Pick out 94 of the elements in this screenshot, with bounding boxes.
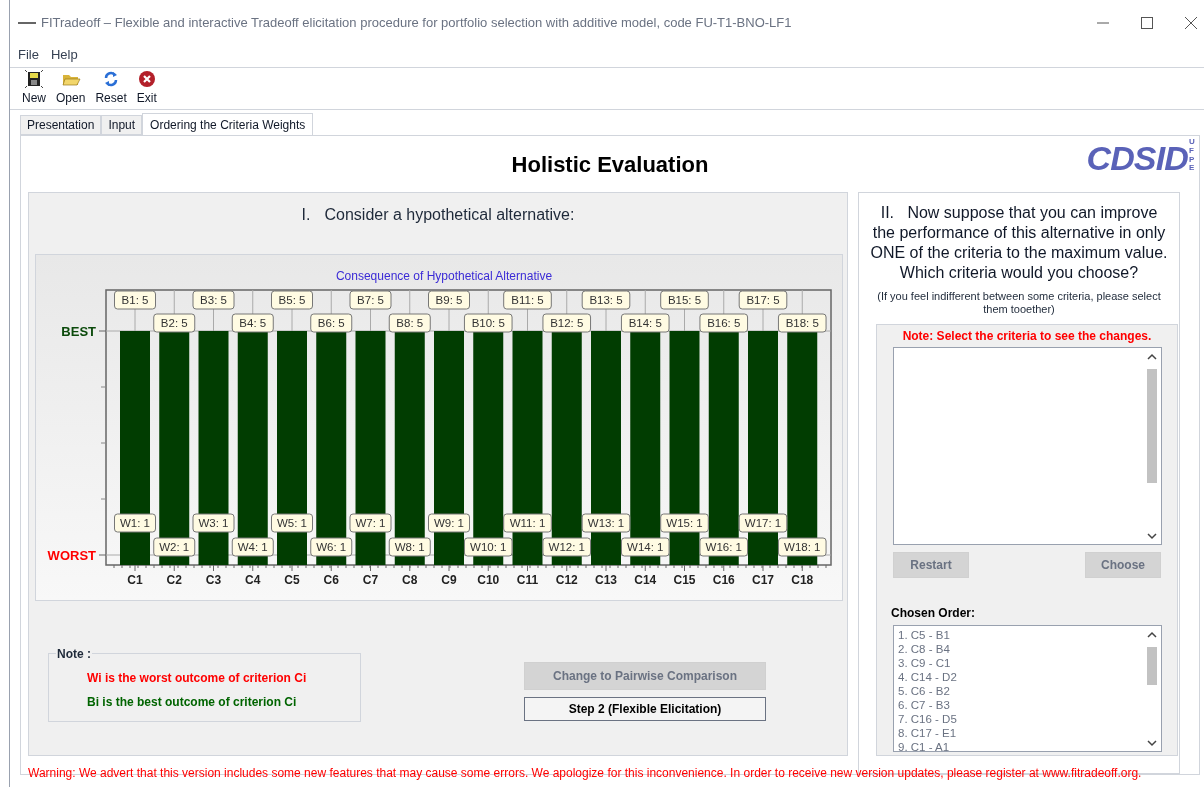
- close-icon[interactable]: [1184, 16, 1198, 30]
- category-label: C14: [634, 573, 657, 587]
- axis-label: WORST: [47, 548, 96, 563]
- tab[interactable]: Input: [101, 115, 143, 135]
- category-label: C1: [127, 573, 143, 587]
- category-label: C7: [362, 573, 379, 587]
- category-label: C15: [673, 573, 696, 587]
- category-label: C3: [205, 573, 222, 587]
- category-label: C16: [712, 573, 735, 587]
- app-icon: [18, 21, 36, 25]
- category-label: C4: [245, 573, 261, 587]
- data-label: W11: 1: [503, 513, 552, 533]
- data-label: B3: 5: [192, 290, 235, 310]
- floppy-disk-icon: [24, 69, 44, 89]
- data-label: B4: 5: [231, 313, 274, 333]
- category-label: C18: [791, 573, 814, 587]
- data-label: B8: 5: [388, 313, 431, 333]
- axis-label: BEST: [61, 324, 96, 339]
- data-label: B11: 5: [503, 290, 552, 310]
- note-line: Wi is the worst outcome of criterion Ci: [87, 670, 307, 687]
- list-item[interactable]: 7. C16 - D5: [898, 712, 957, 726]
- note-line: Bi is the best outcome of criterion Ci: [87, 694, 298, 711]
- data-label: B7: 5: [349, 290, 392, 310]
- data-label: W18: 1: [777, 537, 827, 557]
- data-label: W9: 1: [428, 513, 470, 533]
- page-heading: Holistic Evaluation: [511, 150, 709, 179]
- category-label: C5: [284, 573, 300, 587]
- data-label: W3: 1: [192, 513, 235, 533]
- category-label: C2: [166, 573, 182, 587]
- prompt-number: I.: [301, 205, 311, 225]
- tab[interactable]: Presentation: [20, 115, 102, 135]
- category-label: C13: [595, 573, 617, 587]
- data-label: W6: 1: [310, 537, 353, 557]
- toolbar-button[interactable]: Open: [54, 69, 88, 107]
- list-item[interactable]: 4. C14 - D2: [898, 670, 957, 684]
- data-label: W16: 1: [699, 537, 749, 557]
- hint-text: (If you feel indifferent between some criteria, please select them tooether): [876, 290, 1162, 316]
- list-item[interactable]: 8. C17 - E1: [898, 726, 957, 740]
- data-label: B9: 5: [428, 290, 470, 310]
- category-label: C6: [323, 573, 339, 587]
- maximize-icon[interactable]: [1140, 16, 1154, 30]
- list-item[interactable]: 6. C7 - B3: [898, 698, 950, 712]
- data-label: B2: 5: [153, 313, 196, 333]
- data-label: B15: 5: [660, 290, 709, 310]
- category-label: C17: [752, 573, 774, 587]
- menu-item[interactable]: File: [18, 45, 39, 65]
- list-item[interactable]: 1. C5 - B1: [898, 628, 950, 642]
- data-label: B14: 5: [620, 313, 670, 333]
- category-label: C8: [402, 573, 418, 587]
- data-label: W5: 1: [271, 513, 313, 533]
- list-item[interactable]: 3. C9 - C1: [898, 656, 951, 670]
- data-label: B13: 5: [581, 290, 631, 310]
- chosen-order-list[interactable]: 1. C5 - B1 2. C8 - B4 3. C9 - C1 4. C14 - D2 5. C6 - B2 6. C7 - B3 7. C16 - D5 8. C17 - E1 9. C1 - A1: [893, 625, 1162, 752]
- data-label: W10: 1: [463, 537, 513, 557]
- close-icon: [136, 69, 157, 89]
- data-label: W8: 1: [388, 537, 431, 557]
- menu-item[interactable]: Help: [50, 45, 78, 65]
- criteria-list[interactable]: [893, 347, 1162, 545]
- category-label: C12: [555, 573, 578, 587]
- data-label: W4: 1: [231, 537, 274, 557]
- data-label: B17: 5: [738, 290, 788, 310]
- question-text: II. Now suppose that you can improve the performance of this alternative in only ONE of the criteria to the maximum value. Which criteria would you choose?: [869, 203, 1169, 283]
- category-label: C9: [441, 573, 457, 587]
- note-text: Note: Select the criteria to see the changes.: [901, 328, 1153, 345]
- tab[interactable]: Ordering the Criteria Weights: [142, 113, 314, 136]
- list-item[interactable]: 9. C1 - A1: [898, 740, 950, 751]
- data-label: W7: 1: [349, 513, 392, 533]
- list-item[interactable]: 2. C8 - B4: [898, 642, 950, 656]
- data-label: W15: 1: [660, 513, 709, 533]
- data-label: B10: 5: [463, 313, 513, 333]
- prompt-text: Consider a hypothetical alternative:: [324, 205, 575, 225]
- data-label: B16: 5: [699, 313, 749, 333]
- data-label: W13: 1: [581, 513, 631, 533]
- action-button[interactable]: Step 2 (Flexible Elicitation): [524, 697, 766, 721]
- toolbar-button[interactable]: Reset: [93, 69, 129, 107]
- list-item[interactable]: 5. C6 - B2: [898, 684, 950, 698]
- chosen-order-label: Chosen Order:: [891, 605, 975, 622]
- data-label: B12: 5: [542, 313, 592, 333]
- data-label: B5: 5: [271, 290, 313, 310]
- warning-text: Warning: We advert that this version includes some new features that may cause some errors. We apologize for this inconvenience. In order to receive new version updates, please register at www.fitradeoff.org.: [28, 766, 1142, 780]
- window-title: FITradeoff – Flexible and interactive Tradeoff elicitation procedure for portfolio selection with additive model, code FU-T1-BNO-LF1: [41, 14, 792, 33]
- data-label: W1: 1: [114, 513, 156, 533]
- data-label: W17: 1: [738, 513, 788, 533]
- data-label: B6: 5: [310, 313, 353, 333]
- data-label: W14: 1: [620, 537, 670, 557]
- data-label: W12: 1: [542, 537, 592, 557]
- category-label: C10: [477, 573, 500, 587]
- data-label: W2: 1: [153, 537, 196, 557]
- chart-title: Consequence of Hypothetical Alternative: [335, 269, 553, 283]
- data-label: B1: 5: [114, 290, 156, 310]
- toolbar-button[interactable]: Exit: [134, 69, 159, 107]
- toolbar-button[interactable]: New: [20, 69, 48, 107]
- category-label: C11: [516, 573, 539, 587]
- data-label: B18: 5: [777, 313, 827, 333]
